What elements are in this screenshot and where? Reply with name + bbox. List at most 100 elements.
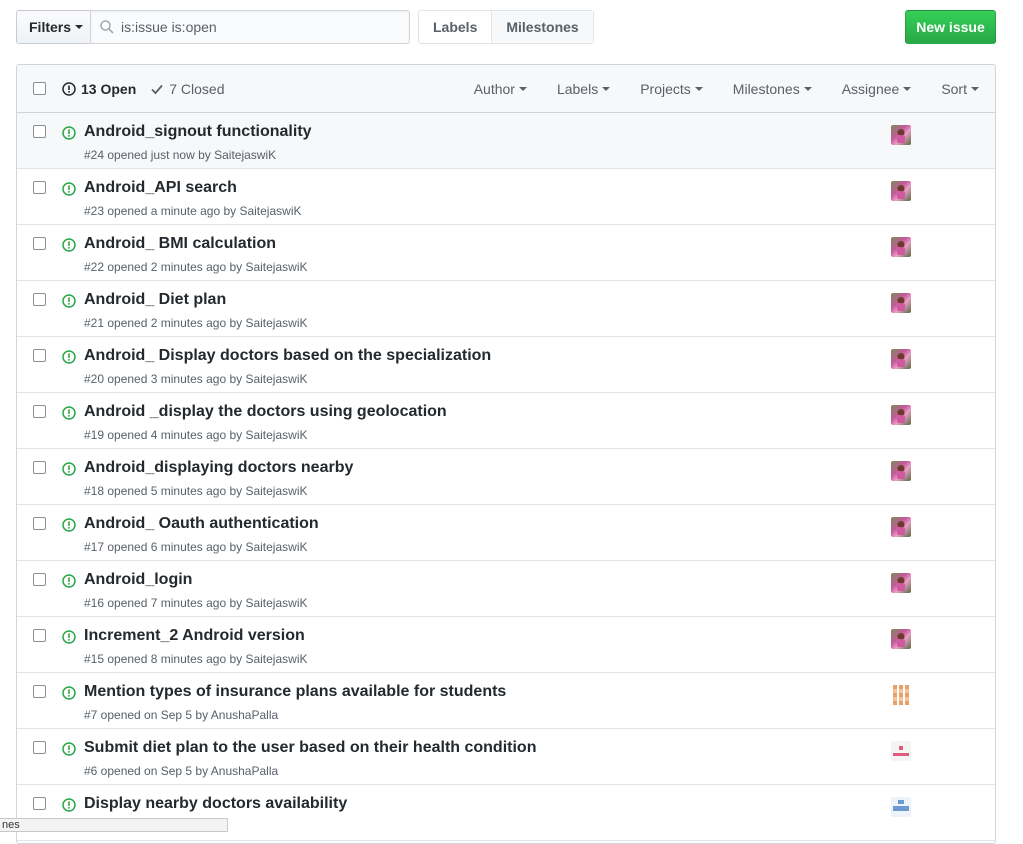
- assignee-avatar[interactable]: [891, 741, 911, 761]
- closed-count: 7 Closed: [169, 81, 225, 97]
- issue-opened-icon: [62, 686, 76, 700]
- chevron-down-icon: [903, 87, 912, 91]
- issue-title-link[interactable]: Android_ Display doctors based on the sp…: [84, 347, 491, 365]
- labels-nav-button[interactable]: Labels: [419, 11, 491, 43]
- issue-meta: #21 opened 2 minutes ago by SaitejaswiK: [84, 316, 308, 330]
- assignee-avatar[interactable]: [891, 293, 911, 313]
- assignee-avatar[interactable]: [891, 685, 911, 705]
- issue-meta: #15 opened 8 minutes ago by SaitejaswiK: [84, 652, 308, 666]
- issue-checkbox[interactable]: [33, 125, 46, 138]
- new-issue-button[interactable]: New issue: [905, 10, 996, 44]
- issue-row[interactable]: Android_ Diet plan #21 opened 2 minutes a…: [17, 281, 995, 337]
- issue-checkbox[interactable]: [33, 237, 46, 250]
- chevron-down-icon: [803, 87, 812, 91]
- assignee-avatar[interactable]: [891, 405, 911, 425]
- milestones-filter-label: Milestones: [732, 81, 800, 97]
- browser-status-bar: nes: [0, 818, 228, 832]
- open-issues-link[interactable]: 13 Open: [62, 81, 136, 97]
- author-filter[interactable]: Author: [474, 81, 527, 97]
- issue-state-toggle: 13 Open 7 Closed: [62, 65, 239, 113]
- issue-title-link[interactable]: Display nearby doctors availability: [84, 795, 347, 813]
- issue-title-link[interactable]: Android _display the doctors using geolo…: [84, 403, 447, 421]
- select-all-checkbox[interactable]: [33, 82, 46, 95]
- milestones-filter[interactable]: Milestones: [733, 81, 812, 97]
- assignee-avatar[interactable]: [891, 517, 911, 537]
- author-filter-label: Author: [473, 81, 515, 97]
- issue-meta: #24 opened just now by SaitejaswiK: [84, 148, 277, 162]
- issue-checkbox[interactable]: [33, 685, 46, 698]
- issue-title-link[interactable]: Android_signout functionality: [84, 123, 312, 141]
- assignee-filter[interactable]: Assignee: [842, 81, 912, 97]
- issue-row[interactable]: Mention types of insurance plans availab…: [17, 673, 995, 729]
- issue-checkbox[interactable]: [33, 517, 46, 530]
- issue-title-link[interactable]: Increment_2 Android version: [84, 627, 305, 645]
- sort-filter[interactable]: Sort: [941, 81, 979, 97]
- issue-title-link[interactable]: Mention types of insurance plans availab…: [84, 683, 506, 701]
- issue-opened-icon: [62, 82, 76, 96]
- issue-row[interactable]: Android_displaying doctors nearby #18 ope…: [17, 449, 995, 505]
- chevron-down-icon: [694, 87, 703, 91]
- issue-opened-icon: [62, 350, 76, 364]
- issue-row[interactable]: Android_API search #23 opened a minute ag…: [17, 169, 995, 225]
- projects-filter-label: Projects: [640, 81, 691, 97]
- issue-row[interactable]: Android_login #16 opened 7 minutes ago by…: [17, 561, 995, 617]
- issue-row[interactable]: Android _display the doctors using geolo…: [17, 393, 995, 449]
- chevron-down-icon: [971, 87, 979, 91]
- search-input[interactable]: [121, 11, 401, 43]
- issue-row[interactable]: Increment_2 Android version #15 opened 8 …: [17, 617, 995, 673]
- issue-row[interactable]: Android_ Display doctors based on the sp…: [17, 337, 995, 393]
- filters-button[interactable]: Filters: [16, 10, 91, 44]
- issue-title-link[interactable]: Android_displaying doctors nearby: [84, 459, 353, 477]
- closed-issues-link[interactable]: 7 Closed: [150, 81, 225, 97]
- assignee-avatar[interactable]: [891, 237, 911, 257]
- assignee-avatar[interactable]: [891, 181, 911, 201]
- issue-row[interactable]: Android_signout functionality #24 opened …: [17, 113, 995, 169]
- assignee-avatar[interactable]: [891, 125, 911, 145]
- issue-title-link[interactable]: Android_ BMI calculation: [84, 235, 276, 253]
- issue-opened-icon: [62, 406, 76, 420]
- issue-checkbox[interactable]: [33, 181, 46, 194]
- issue-row[interactable]: Android_ Oauth authentication #17 opened …: [17, 505, 995, 561]
- assignee-avatar[interactable]: [891, 573, 911, 593]
- labels-milestones-nav: Labels Milestones: [418, 10, 594, 44]
- issue-checkbox[interactable]: [33, 461, 46, 474]
- issue-title-link[interactable]: Android_ Oauth authentication: [84, 515, 319, 533]
- issue-checkbox[interactable]: [33, 741, 46, 754]
- assignee-avatar[interactable]: [891, 461, 911, 481]
- issue-checkbox[interactable]: [33, 349, 46, 362]
- chevron-down-icon: [75, 25, 84, 29]
- issue-opened-icon: [62, 462, 76, 476]
- issue-checkbox[interactable]: [33, 293, 46, 306]
- projects-filter[interactable]: Projects: [640, 81, 703, 97]
- assignee-avatar[interactable]: [891, 797, 911, 817]
- issue-meta: #17 opened 6 minutes ago by SaitejaswiK: [84, 540, 308, 554]
- issue-opened-icon: [62, 182, 76, 196]
- issue-row[interactable]: Submit diet plan to the user based on th…: [17, 729, 995, 785]
- milestones-nav-button[interactable]: Milestones: [491, 11, 593, 43]
- issue-row[interactable]: Android_ BMI calculation #22 opened 2 min…: [17, 225, 995, 281]
- labels-filter[interactable]: Labels: [557, 81, 611, 97]
- issue-checkbox[interactable]: [33, 573, 46, 586]
- issues-list-header: 13 Open 7 Closed Author Labels Projects …: [17, 65, 995, 113]
- issue-title-link[interactable]: Submit diet plan to the user based on th…: [84, 739, 536, 757]
- issue-title-link[interactable]: Android_API search: [84, 179, 237, 197]
- issue-meta: #20 opened 3 minutes ago by SaitejaswiK: [84, 372, 308, 386]
- issue-opened-icon: [62, 798, 76, 812]
- issue-opened-icon: [62, 238, 76, 252]
- issue-checkbox[interactable]: [33, 797, 46, 810]
- issue-row[interactable]: Display nearby doctors availabilityushaP…: [17, 785, 995, 841]
- issues-toolbar: Filters Labels Milestones New issue: [16, 10, 996, 44]
- issue-meta: #22 opened 2 minutes ago by SaitejaswiK: [84, 260, 308, 274]
- issue-opened-icon: [62, 294, 76, 308]
- filters-label: Filters: [29, 19, 72, 35]
- issue-title-link[interactable]: Android_login: [84, 571, 192, 589]
- issue-meta: #6 opened on Sep 5 by AnushaPalla: [84, 764, 279, 778]
- issues-list: 13 Open 7 Closed Author Labels Projects …: [16, 64, 996, 844]
- search-field[interactable]: [90, 10, 410, 44]
- issue-title-link[interactable]: Android_ Diet plan: [84, 291, 226, 309]
- issue-checkbox[interactable]: [33, 629, 46, 642]
- assignee-avatar[interactable]: [891, 629, 911, 649]
- chevron-down-icon: [602, 87, 611, 91]
- issue-checkbox[interactable]: [33, 405, 46, 418]
- assignee-avatar[interactable]: [891, 349, 911, 369]
